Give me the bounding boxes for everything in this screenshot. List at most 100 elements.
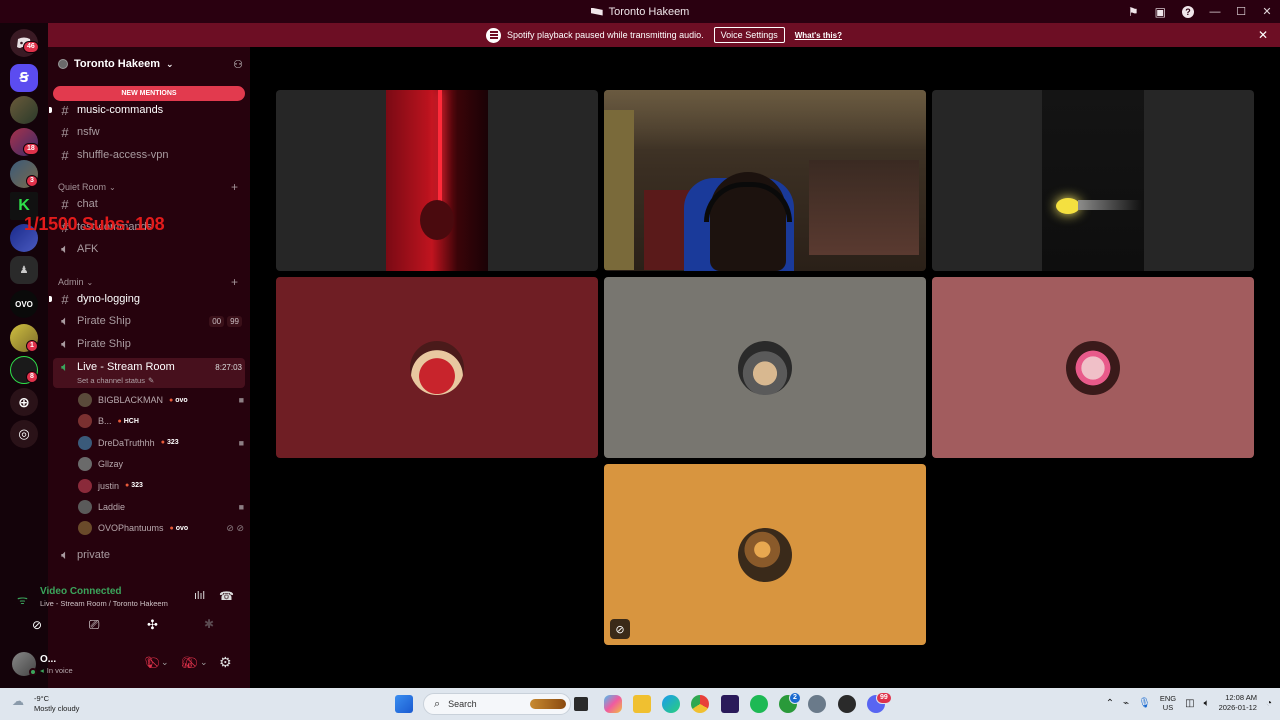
task-view-icon[interactable]	[574, 697, 588, 711]
server-icon[interactable]: ♟	[10, 256, 38, 284]
screen-share-button[interactable]: ⎚	[89, 617, 99, 633]
screen-icon[interactable]: ▣	[1155, 5, 1166, 19]
video-tile-streamer[interactable]	[604, 90, 926, 271]
voice-status[interactable]: Video Connected	[40, 586, 122, 597]
minimize-icon[interactable]: —	[1202, 6, 1228, 18]
channel-shuffle-access-vpn[interactable]: # shuffle-access-vpn	[56, 145, 242, 165]
spotify-icon	[486, 27, 502, 43]
channel-pirate-ship[interactable]: 🔈︎ Pirate Ship 00 99	[56, 311, 242, 331]
noise-suppression-icon[interactable]: ılıl	[194, 590, 205, 602]
participant-avatar	[1066, 340, 1120, 395]
live-stream-room-row[interactable]: 🔈︎ Live - Stream Room 8:27:03	[56, 357, 242, 377]
next-app-icon[interactable]	[721, 695, 739, 713]
server-icon-active[interactable]: Ꞩ	[10, 64, 38, 92]
window-title: Toronto Hakeem	[608, 5, 690, 18]
guild-header[interactable]: Toronto Hakeem ⌄ ⚇	[58, 56, 243, 72]
chrome-icon[interactable]	[691, 695, 709, 713]
participant-tile[interactable]	[276, 277, 598, 458]
notifications-icon[interactable]: ◔	[1266, 698, 1272, 709]
wifi-icon[interactable]: ◫	[1185, 698, 1194, 709]
voice-channel-icon: 🔈︎	[61, 336, 69, 351]
plus-icon: ⊕	[18, 393, 30, 410]
category-admin[interactable]: Admin ⌄ +	[58, 275, 238, 289]
notice-message: Spotify playback paused while transmitti…	[507, 30, 704, 40]
close-notice-icon[interactable]: ✕	[1258, 28, 1268, 42]
volume-icon[interactable]: 🔈︎	[1204, 698, 1210, 709]
taskbar-search[interactable]: ⌕ Search	[423, 693, 571, 715]
channel-afk[interactable]: 🔈︎ AFK	[56, 239, 242, 259]
video-tile-dark[interactable]	[932, 90, 1254, 271]
help-icon[interactable]: ?	[1182, 5, 1194, 18]
soundboard-button[interactable]: ✱	[204, 617, 214, 631]
channel-chat[interactable]: # chat	[56, 194, 242, 214]
file-explorer-icon[interactable]	[633, 695, 651, 713]
discover-button[interactable]: ◎	[10, 420, 38, 448]
whats-this-link[interactable]: What's this?	[795, 31, 842, 40]
member-avatar	[78, 393, 92, 407]
participant-tile[interactable]: ⊘	[604, 464, 926, 645]
channel-pirate-ship-2[interactable]: 🔈︎ Pirate Ship	[56, 334, 242, 354]
camera-off-button[interactable]: ⊘	[32, 618, 42, 632]
weather-widget[interactable]: ☁ -9°C Mostly cloudy	[12, 694, 79, 714]
chevron-up-icon[interactable]: ⌃	[1106, 698, 1114, 709]
mute-mic-icon[interactable]: 🎙︎⃠	[142, 656, 156, 670]
add-channel-icon[interactable]: +	[231, 180, 238, 194]
maximize-icon[interactable]: ☐	[1228, 5, 1254, 18]
voice-member[interactable]: Gllzay	[78, 455, 244, 473]
member-clan-tag: ● 323	[125, 482, 143, 490]
voice-location[interactable]: Live - Stream Room / Toronto Hakeem	[40, 599, 168, 608]
new-mentions-banner[interactable]: NEW MENTIONS	[53, 86, 245, 101]
settings-icon[interactable]	[808, 695, 826, 713]
activities-button[interactable]: ✣	[147, 617, 158, 633]
add-server-button[interactable]: ⊕	[10, 388, 38, 416]
invite-people-icon[interactable]: ⚇	[233, 58, 243, 71]
channel-dyno-logging[interactable]: # dyno-logging	[56, 289, 242, 309]
network-icon[interactable]: ⌁	[1123, 698, 1129, 709]
voice-settings-button[interactable]: Voice Settings	[713, 27, 785, 43]
edge-icon[interactable]	[662, 695, 680, 713]
unread-indicator	[49, 107, 52, 113]
microphone-icon[interactable]: 🎙︎	[1138, 698, 1151, 709]
spotify-taskbar-icon[interactable]	[750, 695, 768, 713]
video-camera-icon: ■	[238, 395, 244, 405]
participant-tile[interactable]	[932, 277, 1254, 458]
temperature: -9°C	[34, 694, 50, 703]
obs-icon[interactable]	[838, 695, 856, 713]
user-voice-status: ◂ In voice	[40, 666, 73, 675]
channel-music-commands[interactable]: # music-commands	[56, 100, 242, 120]
voice-channel-icon: 🔈︎	[61, 547, 69, 562]
voice-member[interactable]: justin ● 323	[78, 477, 244, 495]
voice-member[interactable]: OVOPhantuums ● ovo ⊘ ⊘	[78, 519, 244, 537]
server-icon[interactable]	[10, 96, 38, 124]
chevron-down-icon[interactable]: ⌄	[161, 657, 169, 668]
spotify-notice-bar: Spotify playback paused while transmitti…	[48, 23, 1280, 47]
copilot-icon[interactable]	[604, 695, 622, 713]
participant-tile[interactable]	[604, 277, 926, 458]
member-avatar	[78, 478, 92, 493]
channel-nsfw[interactable]: # nsfw	[56, 122, 242, 142]
voice-member[interactable]: BIGBLACKMAN ● ovo ■	[78, 391, 244, 409]
deafen-icon[interactable]: 🎧︎⃠	[180, 656, 194, 670]
clan-badge-icon: ●	[169, 524, 174, 532]
windows-start-icon[interactable]	[395, 695, 413, 713]
clock[interactable]: 12:08 AM 2026-01-12	[1219, 693, 1257, 713]
channel-status-prompt[interactable]: Set a channel status ✎	[77, 376, 154, 385]
video-camera-icon: ■	[238, 502, 244, 512]
disconnect-icon[interactable]: ☎	[219, 589, 234, 603]
user-name[interactable]: O...	[40, 654, 56, 665]
weather-condition: Mostly cloudy	[34, 704, 80, 713]
user-settings-gear-icon[interactable]: ⚙	[219, 654, 232, 671]
language-indicator[interactable]: ENG US	[1160, 694, 1176, 712]
server-icon-ovo[interactable]: OVO	[10, 290, 38, 318]
close-window-icon[interactable]: ✕	[1254, 5, 1280, 18]
add-channel-icon[interactable]: +	[231, 275, 238, 289]
voice-member[interactable]: Laddie ■	[78, 498, 244, 516]
light-streak	[1078, 200, 1142, 210]
voice-member[interactable]: DreDaTruthhh ● 323 ■	[78, 434, 244, 452]
video-tile-red-light[interactable]	[276, 90, 598, 271]
channel-private[interactable]: 🔈︎ private	[56, 545, 242, 565]
chevron-down-icon[interactable]: ⌄	[200, 657, 208, 668]
voice-member[interactable]: B... ● HCH	[78, 412, 244, 430]
category-quiet-room[interactable]: Quiet Room ⌄ +	[58, 180, 238, 194]
inbox-flag-icon[interactable]: ⚑	[1128, 5, 1139, 19]
